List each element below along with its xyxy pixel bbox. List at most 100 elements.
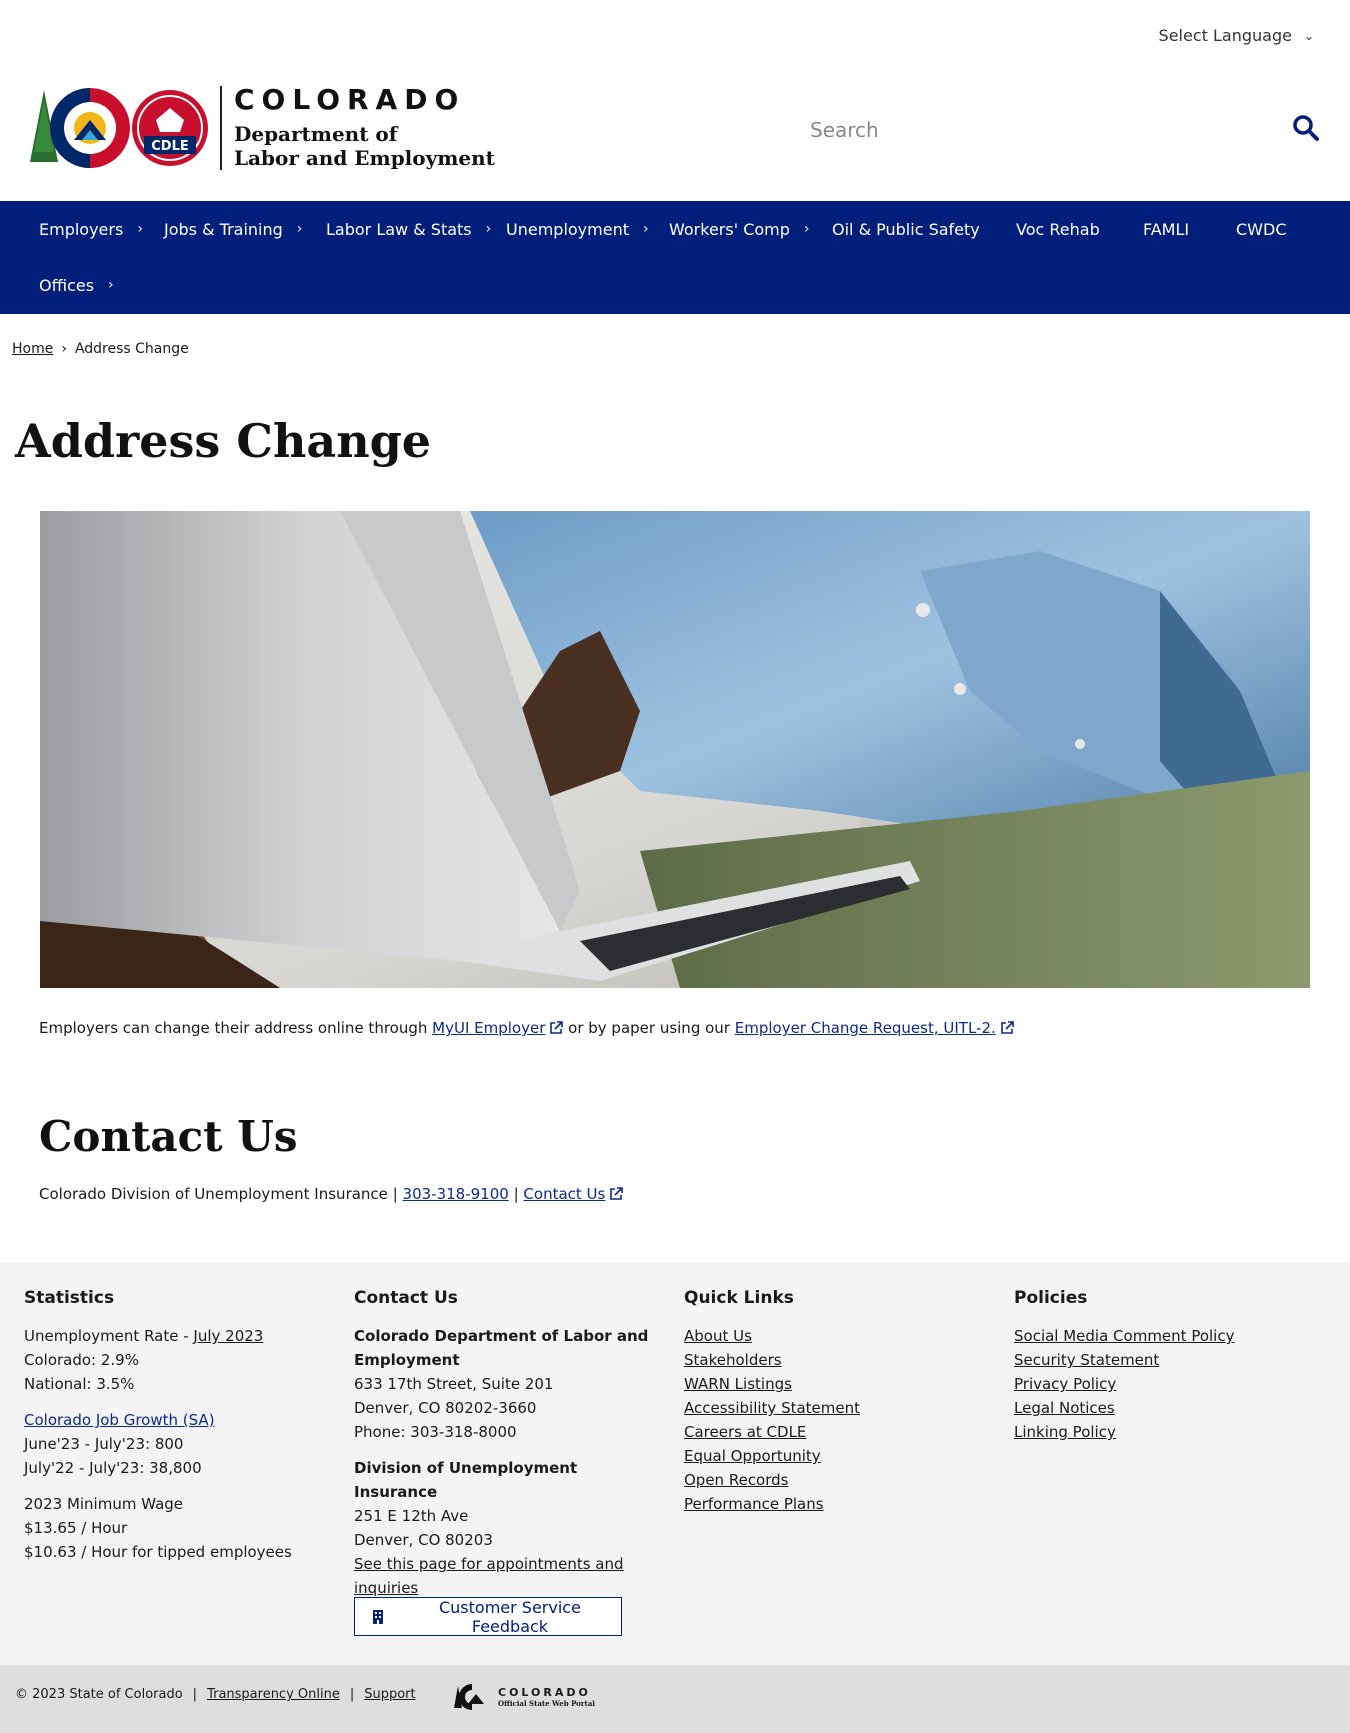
search-input[interactable]	[810, 118, 1210, 142]
breadcrumb-current: Address Change	[74, 341, 189, 357]
footer-org-cdle: Colorado Department of Labor and Employm…	[354, 1327, 649, 1369]
myui-employer-link[interactable]: MyUI Employer	[432, 1019, 564, 1037]
contact-heading: Contact Us	[39, 1112, 298, 1161]
hero-image	[40, 511, 1310, 988]
policy-privacy[interactable]: Privacy Policy	[1014, 1372, 1314, 1396]
footer-statistics-heading: Statistics	[24, 1288, 115, 1308]
quick-link-stakeholders[interactable]: Stakeholders	[684, 1348, 984, 1372]
support-link[interactable]: Support	[364, 1687, 415, 1702]
nav-item-label: Workers' Comp	[669, 219, 790, 239]
search-icon[interactable]	[1292, 114, 1320, 146]
contact-phone-link[interactable]: 303-318-9100	[403, 1185, 509, 1203]
bottom-separator: |	[349, 1687, 355, 1702]
employer-change-request-link-label: Employer Change Request, UITL-2.	[734, 1019, 996, 1037]
logo-text: COLORADO Department of Labor and Employm…	[234, 83, 495, 171]
nav-item-label: FAMLI	[1143, 219, 1190, 239]
policy-security[interactable]: Security Statement	[1014, 1348, 1314, 1372]
appointments-link[interactable]: See this page for appointments and inqui…	[354, 1552, 654, 1600]
state-portal-logo[interactable]: COLORADO Official State Web Portal	[454, 1682, 595, 1712]
myui-employer-link-label: MyUI Employer	[432, 1019, 546, 1037]
nav-item-jobs-training[interactable]: Jobs & Training ›	[164, 201, 302, 257]
nav-item-workers-comp[interactable]: Workers' Comp ›	[669, 201, 810, 257]
logo-divider	[220, 86, 222, 170]
nav-item-unemployment[interactable]: Unemployment ›	[506, 201, 649, 257]
footer-address-dui: 251 E 12th Ave	[354, 1507, 469, 1525]
nav-item-labor-law-stats[interactable]: Labor Law & Stats ›	[326, 201, 491, 257]
customer-service-feedback-button[interactable]: Customer Service Feedback	[354, 1597, 622, 1636]
customer-service-feedback-label: Customer Service Feedback	[438, 1597, 581, 1636]
external-link-icon	[610, 1187, 624, 1200]
external-link-icon	[550, 1021, 564, 1034]
language-select-label: Select Language	[1158, 26, 1292, 45]
employer-change-request-link[interactable]: Employer Change Request, UITL-2.	[735, 1019, 1014, 1037]
colorado-cdle-seal-icon: CDLE	[30, 88, 208, 168]
policy-social-media[interactable]: Social Media Comment Policy	[1014, 1324, 1314, 1348]
contact-us-link-label: Contact Us	[523, 1185, 606, 1203]
contact-separator: |	[392, 1185, 398, 1203]
nav-item-cwdc[interactable]: CWDC	[1236, 201, 1286, 257]
footer-address-cdle: 633 17th Street, Suite 201	[354, 1375, 554, 1393]
colorado-c-icon	[454, 1684, 484, 1710]
intro-text-1: Employers can change their address onlin…	[39, 1019, 433, 1037]
quick-link-about-us[interactable]: About Us	[684, 1324, 984, 1348]
quick-link-warn-listings[interactable]: WARN Listings	[684, 1372, 984, 1396]
policy-legal-notices[interactable]: Legal Notices	[1014, 1396, 1314, 1420]
unemployment-rate-link[interactable]: July 2023	[193, 1327, 263, 1345]
contact-us-link[interactable]: Contact Us	[523, 1185, 624, 1203]
quick-link-accessibility[interactable]: Accessibility Statement	[684, 1396, 984, 1420]
svg-text:CDLE: CDLE	[151, 139, 189, 154]
unemployment-rate-label: Unemployment Rate -	[24, 1327, 194, 1345]
footer-city-cdle: Denver, CO 80202-3660	[354, 1399, 537, 1417]
footer-policies-heading: Policies	[1014, 1288, 1088, 1308]
intro-paragraph: Employers can change their address onlin…	[39, 1019, 1319, 1037]
footer-statistics: Statistics Unemployment Rate - July 2023…	[24, 1286, 324, 1564]
job-growth-link[interactable]: Colorado Job Growth (SA)	[24, 1408, 324, 1432]
language-select[interactable]: Select Language ⌄	[1159, 26, 1314, 45]
logo-dept-line1: Department of	[234, 122, 398, 146]
logo-dept-line2: Labor and Employment	[234, 146, 495, 170]
bottom-separator: |	[192, 1687, 198, 1702]
footer-policies: Policies Social Media Comment Policy Sec…	[1014, 1286, 1314, 1444]
quick-link-performance-plans[interactable]: Performance Plans	[684, 1492, 984, 1516]
min-wage-label: 2023 Minimum Wage	[24, 1495, 184, 1513]
chevron-right-icon: ›	[137, 221, 143, 237]
footer-org-dui: Division of Unemployment Insurance	[354, 1459, 578, 1501]
nav-item-voc-rehab[interactable]: Voc Rehab	[1016, 201, 1100, 257]
site-footer: Statistics Unemployment Rate - July 2023…	[0, 1262, 1350, 1665]
quick-link-open-records[interactable]: Open Records	[684, 1468, 984, 1492]
site-logo[interactable]: CDLE COLORADO Department of Labor and Em…	[28, 86, 495, 170]
tipped-wage-value: $10.63 / Hour for tipped employees	[24, 1543, 292, 1561]
nav-item-famli[interactable]: FAMLI	[1143, 201, 1189, 257]
portal-title: COLORADO	[498, 1686, 591, 1699]
main-nav: Employers › Jobs & Training › Labor Law …	[0, 201, 1350, 314]
nav-item-oil-public-safety[interactable]: Oil & Public Safety	[832, 201, 980, 257]
portal-text: COLORADO Official State Web Portal	[498, 1686, 595, 1708]
footer-contact: Contact Us Colorado Department of Labor …	[354, 1286, 654, 1600]
chevron-right-icon: ›	[485, 221, 492, 237]
bottom-bar: © 2023 State of Colorado | Transparency …	[0, 1665, 1350, 1733]
contact-org: Colorado Division of Unemployment Insura…	[39, 1185, 388, 1203]
nav-item-label: Jobs & Training	[164, 219, 283, 239]
min-wage-value: $13.65 / Hour	[24, 1519, 128, 1537]
footer-quick-links-heading: Quick Links	[684, 1288, 794, 1308]
transparency-online-link[interactable]: Transparency Online	[207, 1687, 340, 1702]
nav-item-employers[interactable]: Employers ›	[39, 201, 143, 257]
portal-subtitle: Official State Web Portal	[498, 1699, 595, 1708]
quick-link-careers[interactable]: Careers at CDLE	[684, 1420, 984, 1444]
logo-state: COLORADO	[234, 83, 466, 116]
nav-item-label: Unemployment	[506, 219, 629, 239]
breadcrumb: Home › Address Change	[12, 341, 189, 357]
building-icon	[372, 1609, 383, 1624]
quick-link-equal-opportunity[interactable]: Equal Opportunity	[684, 1444, 984, 1468]
nav-item-label: Voc Rehab	[1016, 219, 1100, 239]
footer-city-dui: Denver, CO 80203	[354, 1531, 493, 1549]
chevron-right-icon: ›	[108, 277, 114, 293]
policy-linking[interactable]: Linking Policy	[1014, 1420, 1314, 1444]
breadcrumb-home-link[interactable]: Home	[12, 341, 53, 357]
colorado-rate: Colorado: 2.9%	[24, 1351, 139, 1369]
nav-item-offices[interactable]: Offices ›	[39, 257, 114, 313]
nav-item-label: Oil & Public Safety	[832, 219, 980, 239]
